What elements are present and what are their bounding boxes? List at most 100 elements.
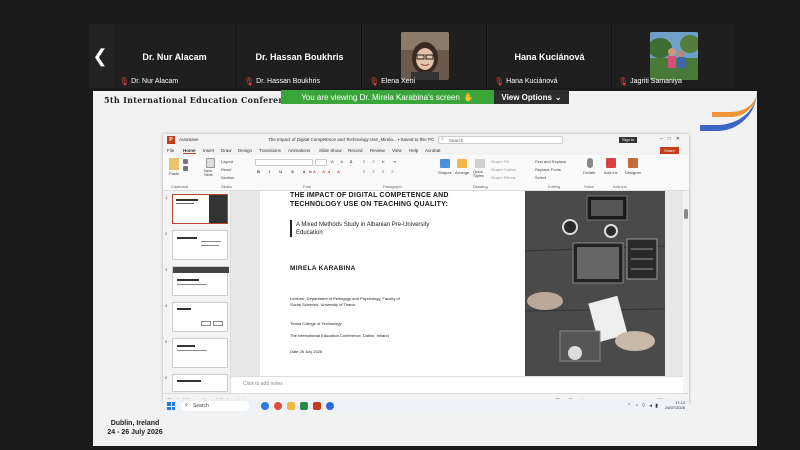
share-button[interactable]: Share — [660, 147, 679, 154]
vertical-scrollbar[interactable] — [683, 191, 689, 393]
slide-thumbnail[interactable] — [172, 266, 229, 296]
quick-styles-icon[interactable] — [475, 159, 485, 168]
add-ins-icon[interactable] — [606, 158, 616, 168]
tab-acrobat[interactable]: Acrobat — [425, 148, 441, 153]
slide-affiliation[interactable]: Tirana College of Technology — [290, 321, 400, 327]
group-label: Add-ins — [613, 184, 627, 189]
tab-animations[interactable]: Animations — [288, 148, 310, 153]
participant-tile[interactable]: Dr. Hassan Boukhris 🎙︎ Dr. Hassan Boukhri… — [238, 24, 362, 88]
tab-help[interactable]: Help — [409, 148, 418, 153]
reset-button[interactable]: Reset — [221, 167, 231, 172]
zoom-app-icon[interactable] — [326, 402, 334, 410]
search-icon: ⌕ — [441, 136, 444, 142]
previous-participants-icon[interactable]: ❮ — [89, 24, 111, 88]
select-button[interactable]: Select — [535, 175, 546, 180]
powerpoint-icon[interactable] — [313, 402, 321, 410]
layout-button[interactable]: Layout — [221, 159, 233, 164]
slide-affiliation[interactable]: Lecturer, Department of Pedagogy and Psy… — [290, 296, 400, 307]
edge-icon[interactable] — [261, 402, 269, 410]
taskbar-search[interactable]: Search — [181, 401, 249, 411]
mic-muted-icon: 🎙︎ — [618, 77, 629, 86]
windows-start-icon[interactable] — [167, 402, 175, 410]
designer-icon[interactable] — [628, 158, 638, 168]
current-slide[interactable]: THE IMPACT OF DIGITAL COMPETENCE AND TEC… — [260, 191, 665, 376]
group-label: Paragraph — [383, 184, 402, 189]
tab-home[interactable]: Home — [183, 148, 196, 154]
participant-tile[interactable]: 🎙︎ Jagriti Samaniya — [612, 24, 735, 88]
font-name-select[interactable] — [255, 159, 313, 166]
group-label: Slides — [221, 184, 232, 189]
tab-record[interactable]: Record — [348, 148, 363, 153]
slide-title[interactable]: THE IMPACT OF DIGITAL COMPETENCE AND TEC… — [290, 191, 480, 209]
notes-pane[interactable]: Click to add notes — [231, 376, 683, 393]
slide-thumbnail[interactable] — [172, 338, 228, 368]
slide-photo — [525, 191, 665, 376]
tab-transitions[interactable]: Transitions — [259, 148, 281, 153]
taskbar-clock[interactable]: 17:12 26/07/2026 — [665, 400, 685, 410]
align-buttons[interactable]: ≡ ≡ ≡ ≡ — [363, 169, 397, 174]
tab-draw[interactable]: Draw — [221, 148, 232, 153]
slide-affiliation[interactable]: The International Education Conference, … — [290, 333, 400, 339]
group-label: Voice — [584, 184, 594, 189]
font-size-buttons[interactable]: A A Ꭺ — [331, 159, 356, 164]
tab-design[interactable]: Design — [238, 148, 252, 153]
replace-fonts-button[interactable]: Replace Fonts — [535, 167, 561, 172]
participant-video — [649, 32, 698, 80]
hand-icon: ✋ — [463, 92, 474, 102]
font-style-buttons[interactable]: B I U S ab — [257, 169, 316, 174]
dictate-icon[interactable] — [587, 158, 593, 168]
slide-date[interactable]: Date 26 July 2026 — [290, 349, 400, 355]
participant-name: Dr. Hassan Boukhris — [255, 52, 344, 62]
slide-author[interactable]: MIRELA KARABINA — [290, 265, 356, 272]
tab-review[interactable]: Review — [370, 148, 385, 153]
slide-thumbnail[interactable] — [172, 302, 228, 332]
conference-title: 5th International Education Conference — [104, 95, 296, 105]
taskbar: Search ⌕ ⌃ ◔ ⌔ ◂ ▮ 17:12 26/07/2026 — [163, 399, 689, 413]
find-replace-button[interactable]: Find and Replace — [535, 159, 566, 164]
cut-icon[interactable] — [183, 159, 188, 164]
tab-file[interactable]: File — [167, 148, 174, 153]
participant-tile[interactable]: Dr. Nur Alacam 🎙︎ Dr. Nur Alacam — [113, 24, 237, 88]
chrome-icon[interactable] — [274, 402, 282, 410]
shapes-label: Shapes — [438, 170, 452, 175]
shape-effects-button[interactable]: Shape Effects — [491, 175, 516, 180]
font-color-buttons[interactable]: A Aa A — [313, 169, 343, 174]
shape-fill-button[interactable]: Shape Fill — [491, 159, 509, 164]
view-options-button[interactable]: View Options ⌄ — [494, 90, 569, 104]
slide-editor: THE IMPACT OF DIGITAL COMPETENCE AND TEC… — [231, 191, 683, 376]
participant-caption: 🎙︎ Hana Kuciánová — [494, 77, 558, 86]
arrange-icon[interactable] — [457, 159, 467, 168]
list-buttons[interactable]: ≡ ≡ ⇤ ⇥ — [363, 159, 399, 164]
copy-icon[interactable] — [183, 166, 188, 171]
participant-caption: 🎙︎ Dr. Nur Alacam — [119, 77, 179, 86]
new-slide-icon[interactable] — [206, 158, 215, 168]
file-explorer-icon[interactable] — [287, 402, 295, 410]
autosave-toggle[interactable]: AutoSave — [179, 137, 199, 142]
slide-thumbnail[interactable] — [172, 374, 228, 392]
tab-insert[interactable]: Insert — [203, 148, 214, 153]
slide-subtitle[interactable]: A Mixed Methods Study in Albanian Pre-Un… — [296, 221, 446, 237]
participant-tile[interactable]: 🎙︎ Elena Xeni — [363, 24, 487, 88]
slide-thumbnails: 1 2 3 4 5 6 — [163, 191, 231, 393]
chevron-down-icon: ⌄ — [554, 92, 562, 102]
section-button[interactable]: Section — [221, 175, 234, 180]
sign-in-button[interactable]: Sign in — [619, 137, 638, 143]
search-icon: ⌕ — [185, 402, 188, 408]
group-label: Font — [303, 184, 312, 189]
participant-tile[interactable]: Hana Kuciánová 🎙︎ Hana Kuciánová — [488, 24, 612, 88]
font-size-select[interactable] — [315, 159, 327, 166]
participant-name: Dr. Nur Alacam — [142, 52, 207, 62]
window-controls[interactable]: –□✕ — [660, 136, 685, 142]
search-input[interactable]: Search — [438, 136, 563, 144]
tab-slide-show[interactable]: Slide Show — [319, 148, 342, 153]
slide-thumbnail[interactable] — [172, 194, 228, 224]
shape-outline-button[interactable]: Shape Outline — [491, 167, 516, 172]
app-icon[interactable] — [300, 402, 308, 410]
ribbon-tabs: File Home Insert Draw Design Transitions… — [163, 146, 689, 155]
shapes-icon[interactable] — [440, 159, 450, 168]
viewing-banner: You are viewing Dr. Mirela Karabina's sc… — [281, 90, 494, 104]
tab-view[interactable]: View — [392, 148, 402, 153]
slide-thumbnail[interactable] — [172, 230, 228, 260]
system-tray[interactable]: ⌃ ◔ ⌔ ◂ ▮ — [627, 403, 659, 409]
paste-icon[interactable] — [169, 158, 179, 170]
